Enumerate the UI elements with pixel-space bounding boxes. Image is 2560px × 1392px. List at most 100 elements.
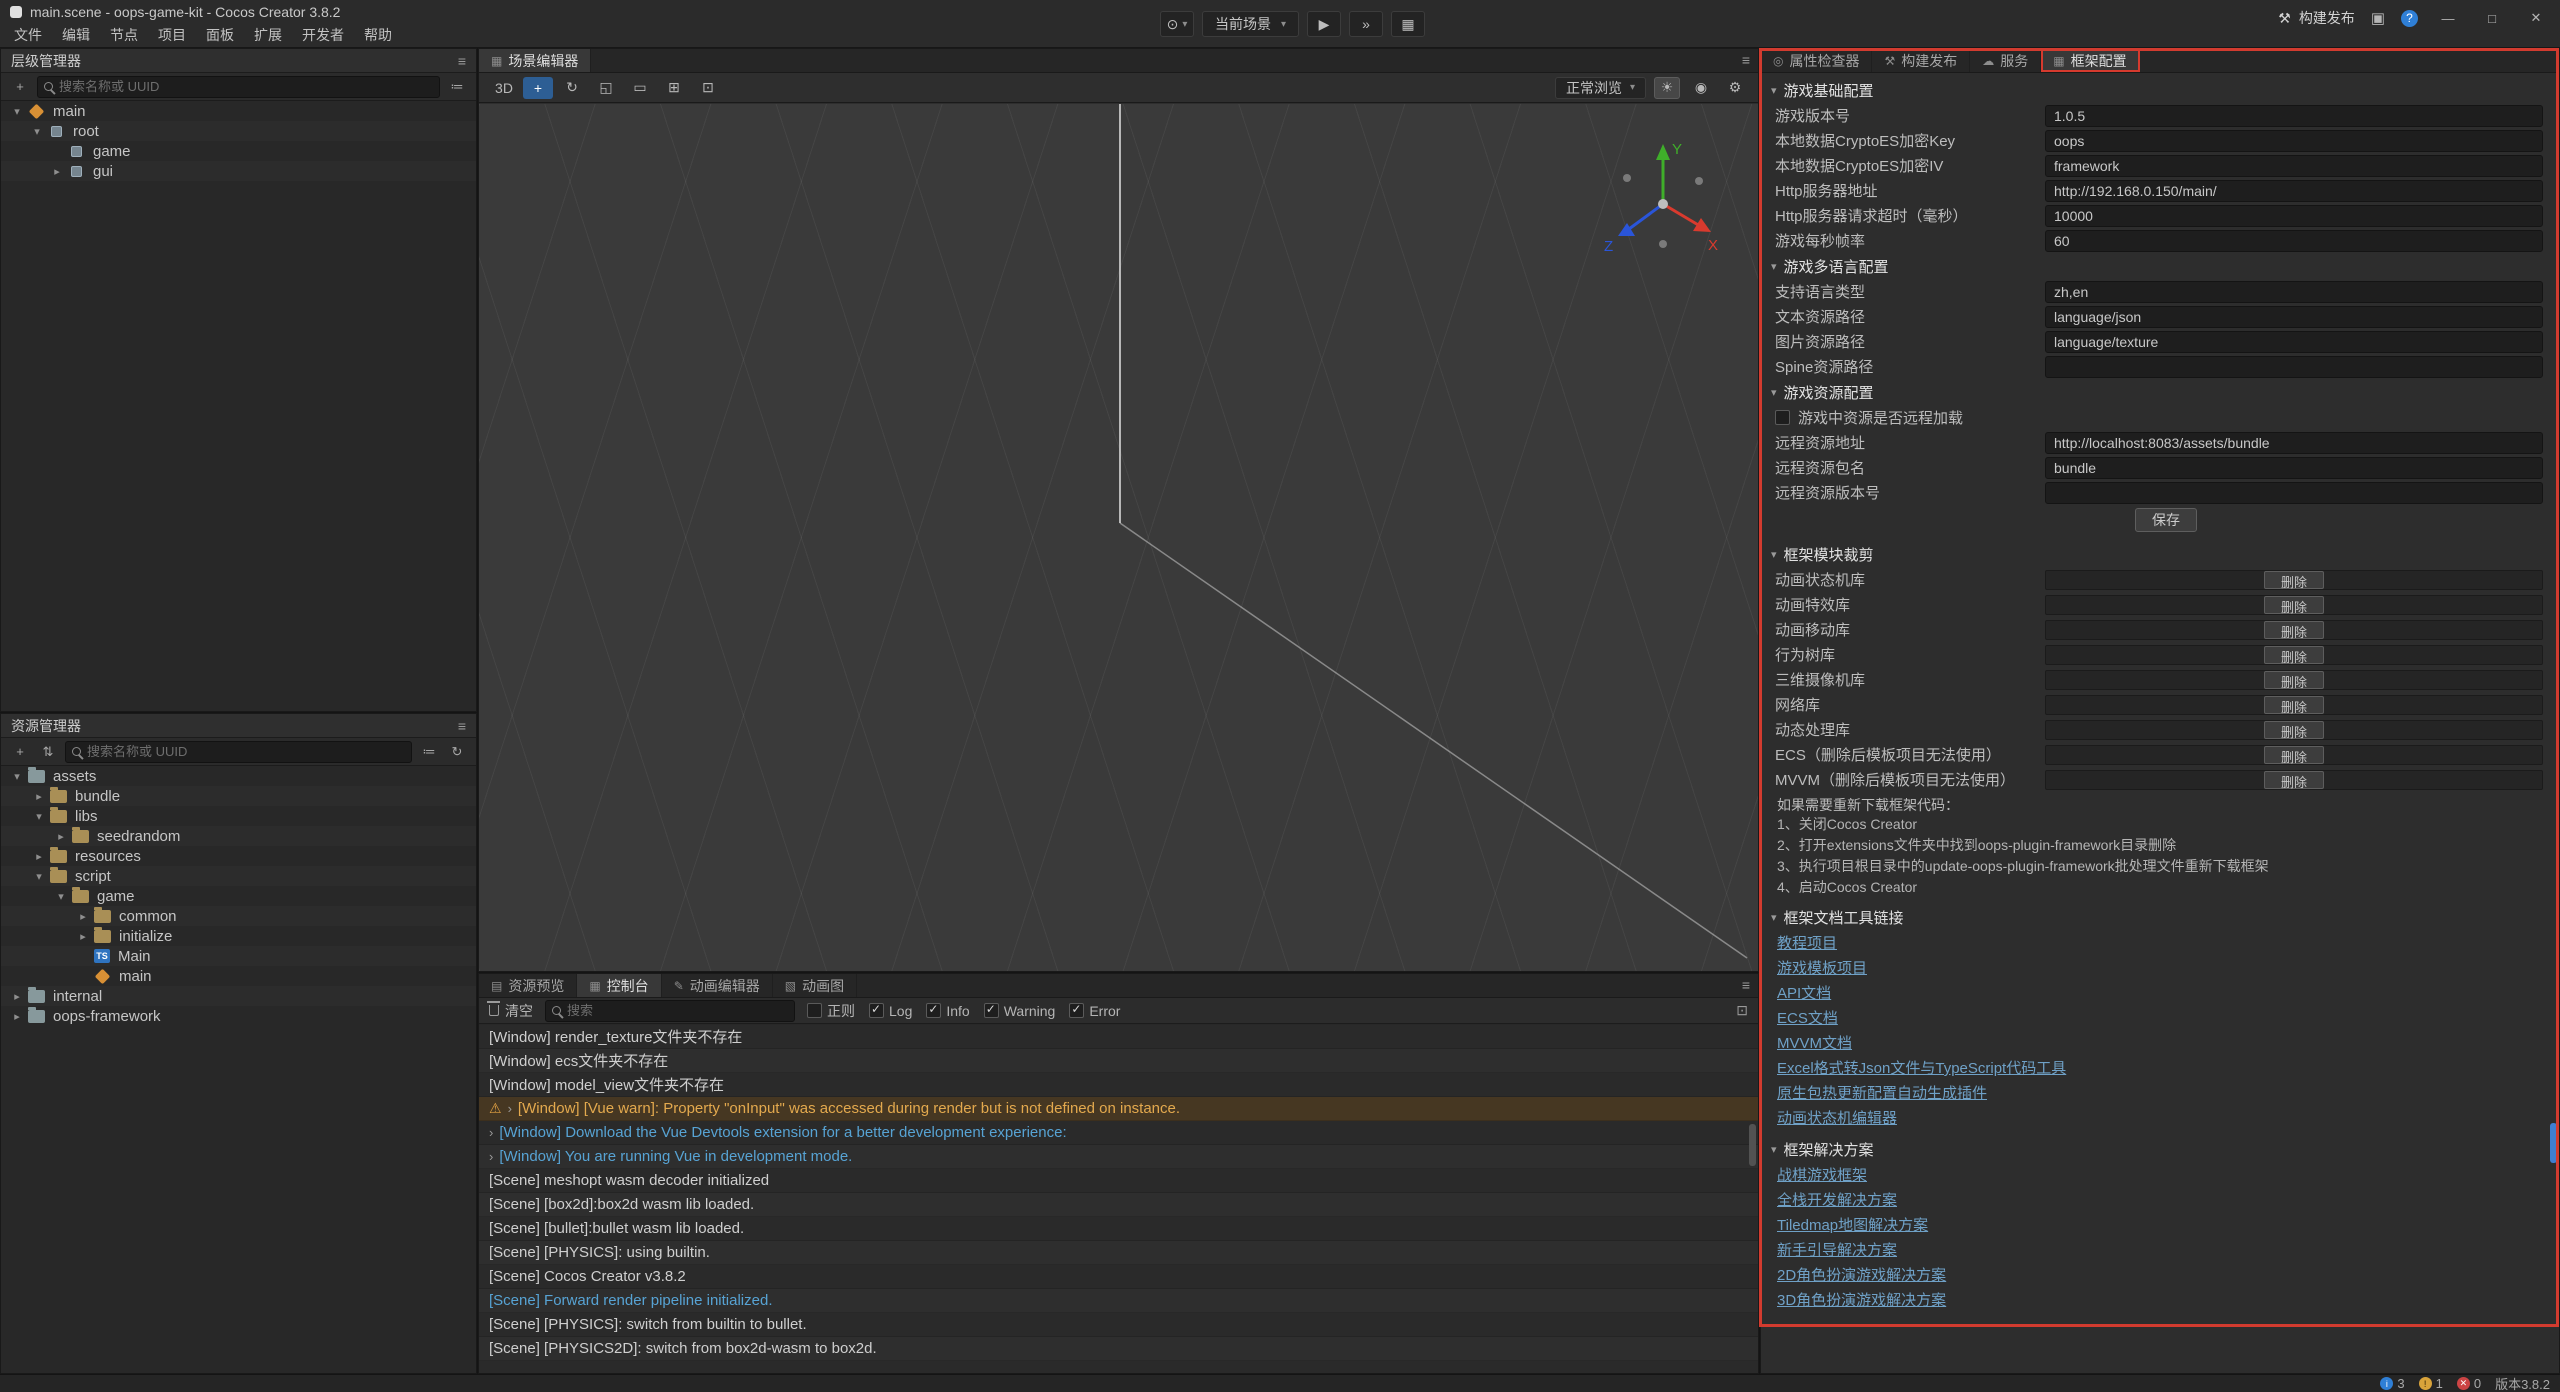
menu-item[interactable]: 帮助 (354, 25, 402, 45)
info-count-badge[interactable]: i 3 (2380, 1376, 2404, 1391)
console-tab[interactable]: ▦ 控制台 (577, 974, 661, 997)
checkbox-icon[interactable] (926, 1003, 941, 1018)
tab-scene-editor[interactable]: ▦ 场景编辑器 (479, 49, 591, 72)
error-count-badge[interactable]: ✕ 0 (2457, 1376, 2481, 1391)
expand-arrow-icon[interactable]: ▸ (31, 850, 47, 863)
config-value-input[interactable] (2045, 105, 2543, 127)
doc-link[interactable]: 游戏模板项目 (1777, 957, 1867, 978)
minimize-button[interactable]: — (2434, 11, 2462, 26)
config-value-input[interactable] (2045, 331, 2543, 353)
snap-button[interactable]: ⊡ (693, 77, 723, 99)
tree-row[interactable]: ▸ initialize (1, 926, 476, 946)
config-value-input[interactable] (2045, 356, 2543, 378)
solution-link[interactable]: 战棋游戏框架 (1777, 1164, 1867, 1185)
hierarchy-search-input[interactable] (59, 79, 433, 94)
scene-camera-button[interactable]: ◉ (1688, 77, 1714, 99)
tree-row[interactable]: ▸ seedrandom (1, 826, 476, 846)
panel-menu-icon[interactable]: ≡ (1742, 977, 1750, 993)
tree-row[interactable]: Main (1, 946, 476, 966)
solution-link[interactable]: 2D角色扮演游戏解决方案 (1777, 1264, 1946, 1285)
tree-row[interactable]: ▾ script (1, 866, 476, 886)
layout-button[interactable]: ▦ (1391, 11, 1425, 37)
console-filter[interactable]: Error (1069, 1003, 1120, 1019)
delete-module-button[interactable]: 删除 (2264, 746, 2324, 764)
log-entry[interactable]: › [Window] You are running Vue in develo… (479, 1145, 1758, 1169)
assets-search-box[interactable] (65, 741, 412, 763)
expand-arrow-icon[interactable]: ▸ (31, 790, 47, 803)
scene-light-toggle[interactable]: ☀ (1654, 77, 1680, 99)
warning-count-badge[interactable]: ! 1 (2419, 1376, 2443, 1391)
tree-row[interactable]: ▸ resources (1, 846, 476, 866)
expand-arrow-icon[interactable]: › (489, 1149, 493, 1164)
log-entry[interactable]: [Scene] Forward render pipeline initiali… (479, 1289, 1758, 1313)
doc-link[interactable]: MVVM文档 (1777, 1032, 1852, 1053)
rotate-tool-button[interactable]: ↻ (557, 77, 587, 99)
doc-link[interactable]: 教程项目 (1777, 932, 1837, 953)
log-entry[interactable]: [Window] ecs文件夹不存在 (479, 1049, 1758, 1073)
delete-module-button[interactable]: 删除 (2264, 621, 2324, 639)
add-asset-button[interactable]: + (9, 742, 31, 762)
log-entry[interactable]: ⚠ › [Window] [Vue warn]: Property "onInp… (479, 1097, 1758, 1121)
console-search-input[interactable] (567, 1003, 788, 1018)
view-mode-dropdown[interactable]: 正常浏览 ▾ (1555, 77, 1646, 99)
doc-link[interactable]: Excel格式转Json文件与TypeScript代码工具 (1777, 1057, 2066, 1078)
expand-arrow-icon[interactable]: ▸ (75, 930, 91, 943)
delete-module-button[interactable]: 删除 (2264, 671, 2324, 689)
inspector-tab[interactable]: ☁ 服务 (1970, 49, 2041, 72)
gizmo-space-button[interactable]: ⊞ (659, 77, 689, 99)
expand-arrow-icon[interactable]: ▾ (9, 770, 25, 783)
section-solutions[interactable]: ▾ 框架解决方案 (1761, 1136, 2559, 1162)
save-button[interactable]: 保存 (2135, 508, 2197, 532)
menu-item[interactable]: 面板 (196, 25, 244, 45)
config-value-input[interactable] (2045, 432, 2543, 454)
delete-module-button[interactable]: 删除 (2264, 646, 2324, 664)
panel-menu-icon[interactable]: ≡ (458, 718, 466, 734)
tree-row[interactable]: main (1, 966, 476, 986)
checkbox-icon[interactable] (984, 1003, 999, 1018)
assets-search-input[interactable] (87, 744, 405, 759)
tree-row[interactable]: ▸ bundle (1, 786, 476, 806)
config-value-input[interactable] (2045, 482, 2543, 504)
expand-arrow-icon[interactable]: ▾ (9, 105, 25, 118)
console-settings-icon[interactable]: ⊡ (1736, 1002, 1748, 1019)
config-value-input[interactable] (2045, 457, 2543, 479)
log-entry[interactable]: [Scene] [PHYSICS]: switch from builtin t… (479, 1313, 1758, 1337)
console-tab[interactable]: ▧ 动画图 (773, 974, 857, 997)
maximize-button[interactable]: □ (2478, 11, 2506, 26)
expand-arrow-icon[interactable]: › (489, 1125, 493, 1140)
move-tool-button[interactable]: + (523, 77, 553, 99)
filter-icon[interactable]: ≔ (446, 77, 468, 97)
log-entry[interactable]: [Scene] [PHYSICS2D]: switch from box2d-w… (479, 1337, 1758, 1361)
play-button[interactable]: ▶ (1307, 11, 1341, 37)
delete-module-button[interactable]: 删除 (2264, 771, 2324, 789)
help-icon[interactable]: ? (2401, 10, 2418, 27)
panel-menu-icon[interactable]: ≡ (458, 53, 466, 69)
expand-arrow-icon[interactable]: ▾ (31, 870, 47, 883)
config-value-input[interactable] (2045, 205, 2543, 227)
log-entry[interactable]: [Scene] [bullet]:bullet wasm lib loaded. (479, 1217, 1758, 1241)
add-node-button[interactable]: + (9, 77, 31, 97)
log-entry[interactable]: [Scene] Cocos Creator v3.8.2 (479, 1265, 1758, 1289)
checkbox-icon[interactable] (807, 1003, 822, 1018)
section-doc-links[interactable]: ▾ 框架文档工具链接 (1761, 904, 2559, 930)
menu-item[interactable]: 开发者 (292, 25, 354, 45)
log-entry[interactable]: [Window] render_texture文件夹不存在 (479, 1025, 1758, 1049)
doc-link[interactable]: 动画状态机编辑器 (1777, 1107, 1897, 1128)
delete-module-button[interactable]: 删除 (2264, 696, 2324, 714)
rect-tool-button[interactable]: ▭ (625, 77, 655, 99)
menu-item[interactable]: 节点 (100, 25, 148, 45)
console-search-box[interactable] (545, 1000, 795, 1022)
menu-item[interactable]: 扩展 (244, 25, 292, 45)
inspector-tab[interactable]: ◎ 属性检查器 (1761, 49, 1872, 72)
import-icon[interactable]: ⇅ (37, 742, 59, 762)
expand-arrow-icon[interactable]: ▸ (53, 830, 69, 843)
expand-arrow-icon[interactable]: › (508, 1101, 512, 1116)
log-entry[interactable]: › [Window] Download the Vue Devtools ext… (479, 1121, 1758, 1145)
solution-link[interactable]: Tiledmap地图解决方案 (1777, 1214, 1928, 1235)
panel-menu-icon[interactable]: ≡ (1742, 52, 1750, 68)
console-filter[interactable]: Warning (984, 1003, 1056, 1019)
checkbox-icon[interactable] (1069, 1003, 1084, 1018)
section-basic-config[interactable]: ▾ 游戏基础配置 (1761, 77, 2559, 103)
tree-row[interactable]: ▸ oops-framework (1, 1006, 476, 1026)
config-value-input[interactable] (2045, 130, 2543, 152)
